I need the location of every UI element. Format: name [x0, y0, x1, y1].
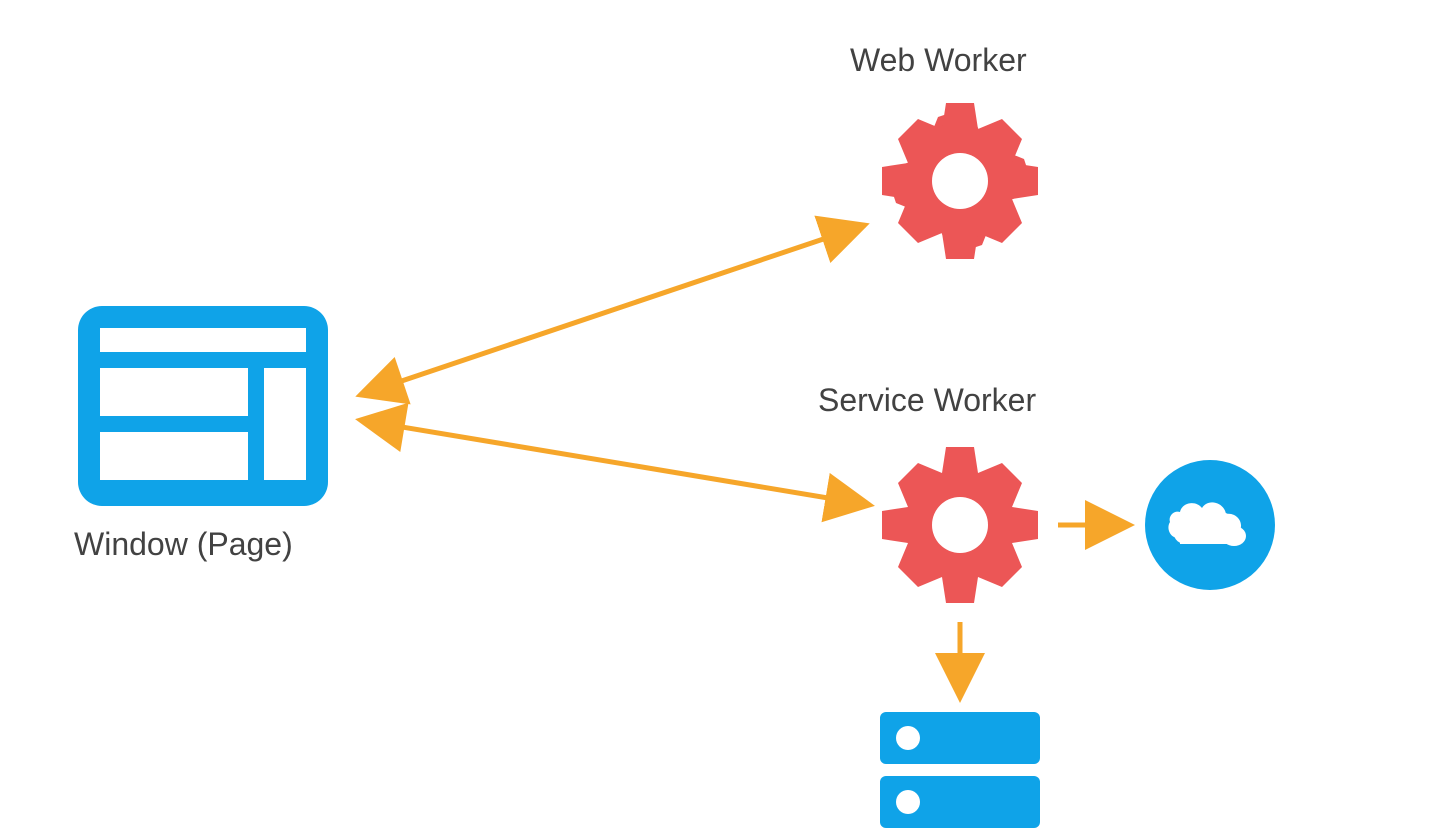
service-worker-label: Service Worker — [818, 382, 1036, 419]
web-worker-label: Web Worker — [850, 42, 1027, 79]
service-worker-gear-icon — [875, 440, 1045, 615]
web-worker-gear-icon — [875, 96, 1045, 271]
browser-window-icon — [78, 306, 328, 511]
window-label: Window (Page) — [74, 526, 293, 563]
arrow-window-webworker — [360, 225, 865, 395]
cloud-icon — [1145, 460, 1275, 595]
server-stack-icon — [880, 712, 1040, 835]
arrow-window-serviceworker — [360, 420, 870, 505]
